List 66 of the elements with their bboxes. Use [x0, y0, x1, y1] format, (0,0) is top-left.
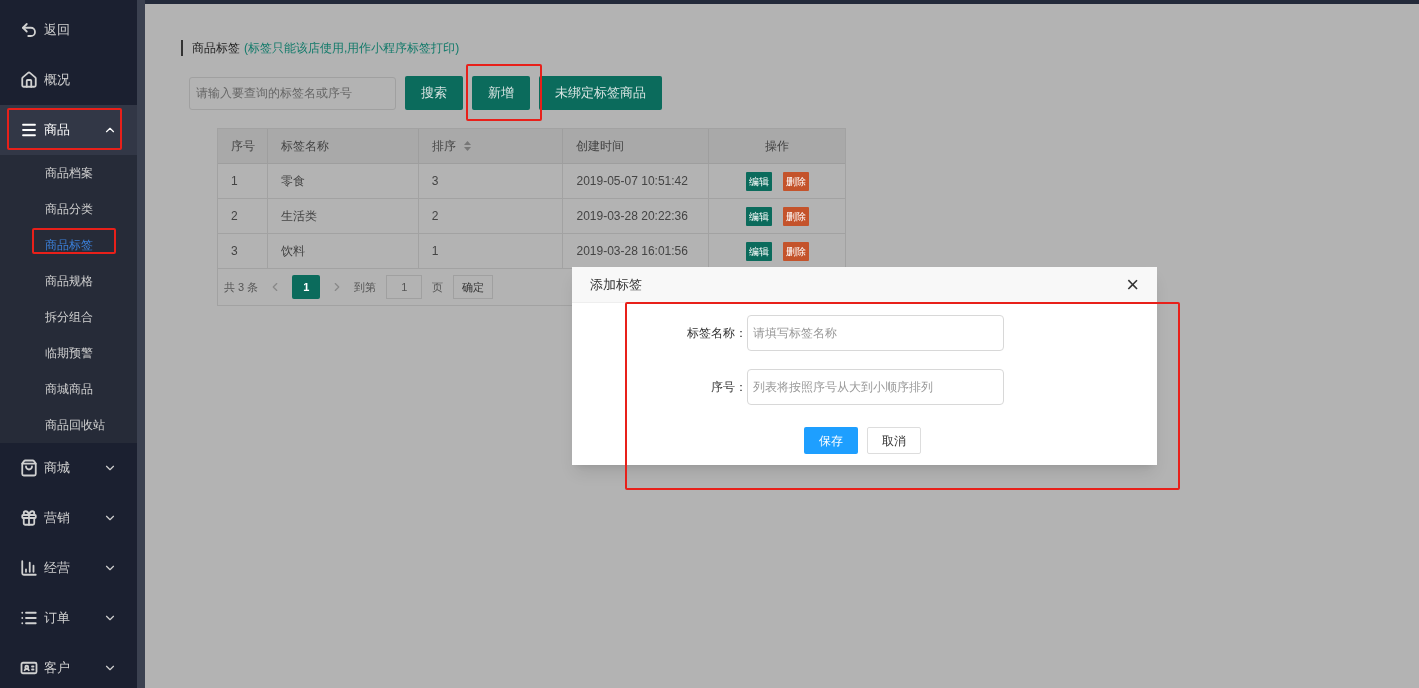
page-input[interactable]: 1 — [386, 275, 423, 299]
sidebar-item[interactable]: 客户 — [0, 643, 137, 688]
sidebar-item[interactable]: 商品 — [0, 105, 137, 155]
table-cell: 2 — [418, 199, 564, 233]
submenu-item[interactable]: 商城商品 — [0, 371, 137, 407]
list-icon — [20, 609, 38, 627]
edit-button[interactable]: 编辑 — [745, 241, 772, 261]
column-header: 标签名称 — [268, 129, 419, 163]
close-button[interactable]: × — [1126, 273, 1139, 296]
text-field[interactable]: 列表将按照序号从大到小顺序排列 — [747, 369, 1004, 405]
sidebar-item[interactable]: 订单 — [0, 593, 137, 643]
column-header: 序号 — [218, 129, 268, 163]
search-field[interactable]: 请输入要查询的标签名或序号 — [189, 76, 396, 110]
toolbar-button[interactable]: 搜索 — [405, 76, 463, 110]
table-cell: 1 — [418, 234, 564, 268]
page-title: 商品标签 — [192, 40, 240, 57]
table-cell: 生活类 — [267, 199, 419, 233]
bar-chart-icon — [20, 559, 38, 577]
sidebar-item[interactable]: 经营 — [0, 543, 137, 593]
cancel-button[interactable]: 取消 — [867, 427, 921, 454]
submenu-item[interactable]: 商品规格 — [0, 263, 137, 299]
table-cell: 2 — [218, 199, 268, 233]
table-cell: 3 — [418, 164, 564, 198]
sort-icon — [463, 141, 471, 151]
dialog-title: 添加标签 — [590, 275, 642, 294]
table-cell: 零食 — [267, 164, 419, 198]
delete-button[interactable]: 删除 — [782, 206, 809, 226]
table-cell: 2019-05-07 10:51:42 — [563, 164, 710, 198]
column-header[interactable]: 排序 — [418, 129, 564, 163]
page-number[interactable]: 1 — [292, 275, 321, 299]
submenu-item[interactable]: 商品档案 — [0, 155, 137, 191]
table-cell: 1 — [218, 164, 268, 198]
gift-icon — [20, 509, 38, 527]
text-field[interactable]: 请填写标签名称 — [747, 315, 1004, 351]
menu-icon — [20, 121, 38, 139]
page-note: (标签只能该店使用,用作小程序标签打印) — [244, 40, 460, 57]
submenu-item[interactable]: 拆分组合 — [0, 299, 137, 335]
house-icon — [20, 71, 38, 89]
edit-button[interactable]: 编辑 — [745, 171, 772, 191]
sidebar-item[interactable]: 商城 — [0, 443, 137, 493]
submenu-item[interactable]: 商品回收站 — [0, 407, 137, 443]
table-cell: 2019-03-28 20:22:36 — [563, 199, 710, 233]
sidebar-item[interactable]: 概况 — [0, 55, 137, 105]
field-label: 标签名称： — [686, 325, 747, 342]
toolbar-button[interactable]: 未绑定标签商品 — [539, 76, 662, 110]
submenu-item[interactable]: 临期预警 — [0, 335, 137, 371]
column-header: 操作 — [764, 138, 791, 155]
field-label: 序号： — [710, 379, 747, 396]
edit-button[interactable]: 编辑 — [745, 206, 772, 226]
delete-button[interactable]: 删除 — [782, 171, 809, 191]
id-card-icon — [20, 659, 38, 677]
toolbar-button[interactable]: 新增 — [472, 76, 530, 110]
bag-icon — [20, 459, 38, 477]
sidebar-item[interactable]: 返回 — [0, 5, 137, 55]
submenu-item[interactable]: 商品分类 — [0, 191, 137, 227]
confirm-button[interactable]: 确定 — [453, 275, 494, 299]
page-unit: 页 — [432, 279, 444, 295]
back-arrow-icon — [20, 21, 38, 39]
submenu-item[interactable]: 商品标签 — [0, 227, 137, 263]
table-cell: 饮料 — [267, 234, 419, 268]
table-cell: 3 — [218, 234, 268, 268]
delete-button[interactable]: 删除 — [782, 241, 809, 261]
column-header: 创建时间 — [563, 129, 710, 163]
goto-label: 到第 — [354, 279, 377, 295]
sidebar-item[interactable]: 营销 — [0, 493, 137, 543]
total-count: 共 3 条 — [224, 279, 259, 295]
